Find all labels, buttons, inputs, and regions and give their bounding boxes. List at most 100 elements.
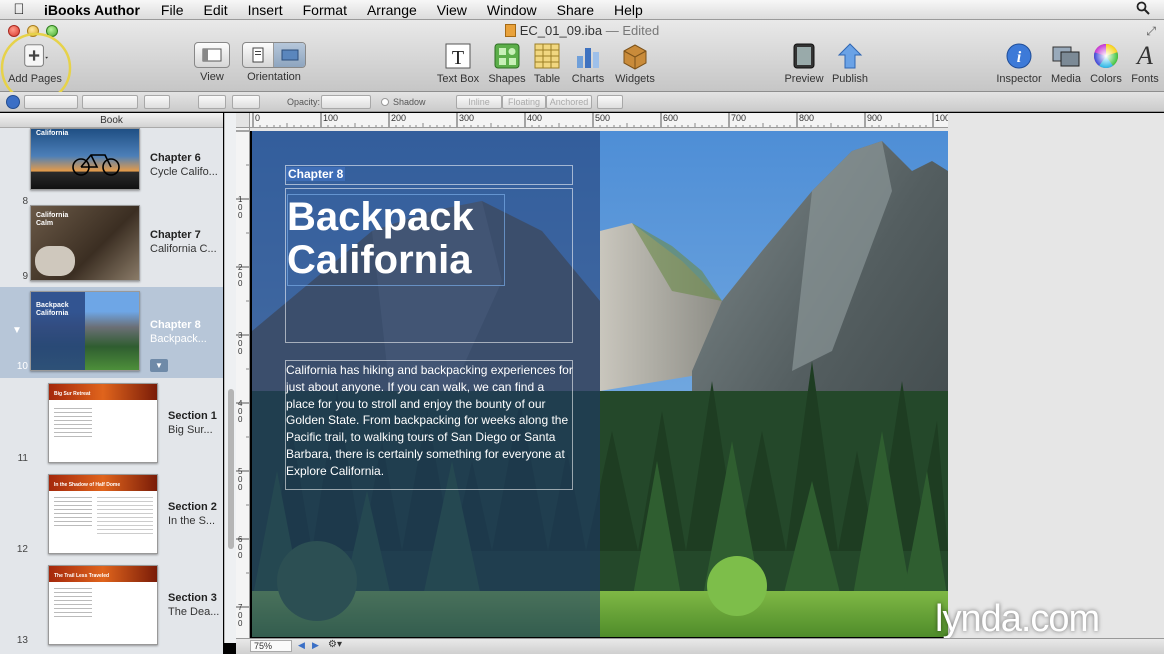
spacing-button[interactable] <box>232 95 260 109</box>
charts-button[interactable]: Charts <box>569 42 607 85</box>
preview-label: Preview <box>784 73 824 85</box>
sidebar-item-title: Chapter 6 <box>150 152 201 164</box>
lynda-watermark-logo: lynda.com <box>935 598 1100 640</box>
colors-label: Colors <box>1090 73 1122 85</box>
preview-button[interactable]: Preview <box>782 42 826 85</box>
previous-page-icon[interactable]: ◀ <box>298 640 305 651</box>
inspector-label: Inspector <box>996 73 1042 85</box>
sidebar-scrollbar[interactable] <box>224 113 236 643</box>
bottom-bar: 75% ◀ ▶ ⚙▾ <box>236 638 1164 654</box>
sidebar-item-chapter-8[interactable]: ▼ 10 Backpack California Chapter 8 Backp… <box>0 287 223 378</box>
zoom-select[interactable]: 75% <box>250 640 292 652</box>
menu-arrange[interactable]: Arrange <box>357 2 427 18</box>
spotlight-search-icon[interactable] <box>1136 1 1150 18</box>
sidebar-item-section-1[interactable]: 11 Big Sur Retreat Section 1 Big Sur... <box>0 378 223 469</box>
thumbnail-title: The Trail Less Traveled <box>54 573 110 579</box>
fonts-button[interactable]: A Fonts <box>1128 41 1162 85</box>
styles-drawer-icon[interactable] <box>6 95 20 109</box>
ruler-label: 800 <box>799 113 815 123</box>
thumbnail-title: In the Shadow of Half Dome <box>54 482 121 488</box>
font-family-select[interactable] <box>82 95 138 109</box>
menu-share[interactable]: Share <box>547 2 604 18</box>
wrap-inline-button[interactable]: Inline <box>456 95 502 109</box>
view-button[interactable]: View <box>192 42 232 83</box>
wrap-anchored-button[interactable]: Anchored <box>546 95 592 109</box>
ruler-label: 0 <box>255 113 261 123</box>
page-thumbnail: California <box>30 128 140 190</box>
fullscreen-icon[interactable]: ⤢ <box>1146 24 1156 39</box>
menu-window[interactable]: Window <box>477 2 547 18</box>
sidebar-item-subtitle: Big Sur... <box>168 424 213 436</box>
ruler-label: 100 <box>238 195 243 220</box>
media-label: Media <box>1051 73 1081 85</box>
colors-button[interactable]: Colors <box>1087 42 1125 85</box>
sidebar-item-section-3[interactable]: 13 The Trail Less Traveled Section 3 The… <box>0 560 223 651</box>
format-bar: Opacity: Shadow Inline Floating Anchored <box>0 92 1164 112</box>
ruler-label: 300 <box>459 113 475 123</box>
landscape-orientation-button[interactable] <box>274 43 305 67</box>
publish-button[interactable]: Publish <box>828 42 872 85</box>
alignment-button[interactable] <box>198 95 226 109</box>
menu-view[interactable]: View <box>427 2 477 18</box>
layout-menu-chevron-down-icon[interactable]: ▼ <box>150 359 168 372</box>
page-number: 10 <box>16 361 28 372</box>
shapes-label: Shapes <box>488 73 526 85</box>
apple-menu-icon[interactable]:  <box>0 1 38 18</box>
scrollbar-thumb[interactable] <box>228 389 234 549</box>
table-button[interactable]: Table <box>530 42 564 85</box>
opacity-select[interactable] <box>321 95 371 109</box>
menu-file[interactable]: File <box>151 2 194 18</box>
orientation-label: Orientation <box>247 71 301 83</box>
paragraph-style-select[interactable] <box>24 95 78 109</box>
horizontal-ruler: 0 100 200 300 400 500 600 700 800 900 10… <box>250 113 948 128</box>
sidebar-item-chapter-7[interactable]: 9 California Calm Chapter 7 California C… <box>0 205 223 287</box>
page-number: 13 <box>16 635 28 646</box>
text-box-button[interactable]: T Text Box <box>435 42 481 85</box>
sidebar-item-title: Chapter 7 <box>150 229 201 241</box>
view-icon <box>195 43 229 67</box>
font-size-field[interactable] <box>144 95 170 109</box>
disclosure-triangle-icon[interactable]: ▼ <box>12 325 22 336</box>
book-sidebar: Book 8 California Chapter 6 Cycle Califo… <box>0 113 223 654</box>
page-thumbnail: California Calm <box>30 205 140 281</box>
chapter-label[interactable]: Chapter 8 <box>286 167 346 181</box>
media-button[interactable]: Media <box>1047 42 1085 85</box>
sidebar-item-title: Section 3 <box>168 592 217 604</box>
sidebar-item-section-2[interactable]: 12 In the Shadow of Half Dome Section 2 … <box>0 469 223 560</box>
sidebar-item-chapter-6[interactable]: 8 California Chapter 6 Cycle Califo... <box>0 128 223 207</box>
thumbnail-title: California <box>36 130 69 137</box>
ruler-label: 400 <box>238 399 243 424</box>
inspector-button[interactable]: i Inspector <box>994 42 1044 85</box>
shadow-checkbox[interactable] <box>381 98 389 106</box>
text-box-icon: T <box>444 42 472 70</box>
page-title[interactable]: Backpack California <box>287 196 587 282</box>
menu-help[interactable]: Help <box>604 2 653 18</box>
gear-icon[interactable]: ⚙▾ <box>328 639 342 650</box>
body-text[interactable]: California has hiking and backpacking ex… <box>286 362 576 480</box>
page-number: 9 <box>22 271 28 282</box>
ruler-label: 700 <box>731 113 747 123</box>
wrap-options-select[interactable] <box>597 95 623 109</box>
widgets-button[interactable]: Widgets <box>612 42 658 85</box>
thumbnail-title: Big Sur Retreat <box>54 391 91 397</box>
colors-icon <box>1092 42 1120 70</box>
menu-edit[interactable]: Edit <box>193 2 237 18</box>
ruler-label: 700 <box>238 603 243 628</box>
shapes-icon <box>493 42 521 70</box>
ruler-label: 500 <box>238 467 243 492</box>
shapes-button[interactable]: Shapes <box>487 42 527 85</box>
menu-insert[interactable]: Insert <box>238 2 293 18</box>
page-number: 11 <box>17 453 28 464</box>
next-page-icon[interactable]: ▶ <box>312 640 319 651</box>
document-status: — Edited <box>605 23 660 38</box>
sidebar-item-subtitle: The Dea... <box>168 606 220 618</box>
ruler-label: 600 <box>663 113 679 123</box>
document-name: EC_01_09.iba <box>519 23 603 38</box>
ruler-corner <box>236 113 250 128</box>
wrap-floating-button[interactable]: Floating <box>502 95 546 109</box>
menu-app-name[interactable]: iBooks Author <box>38 2 151 18</box>
view-label: View <box>200 71 224 83</box>
ruler-label: 400 <box>527 113 543 123</box>
portrait-orientation-button[interactable] <box>243 43 275 67</box>
menu-format[interactable]: Format <box>293 2 357 18</box>
